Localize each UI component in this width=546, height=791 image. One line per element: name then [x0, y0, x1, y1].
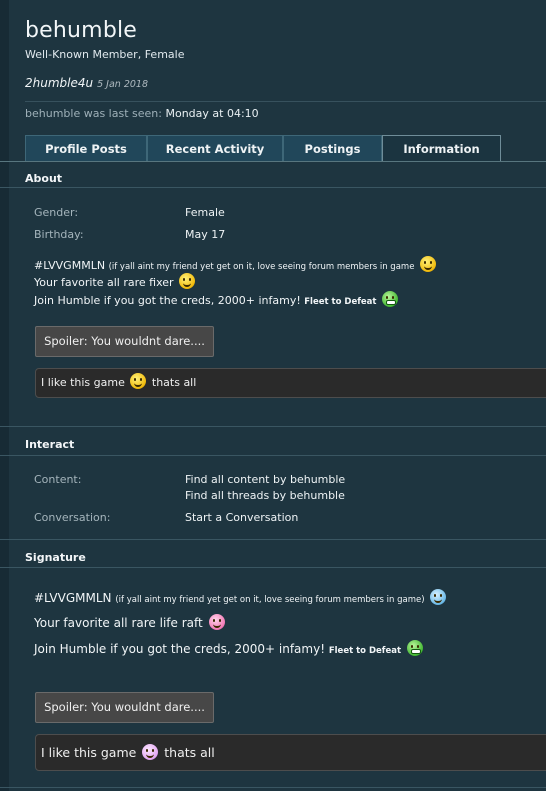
bottom-rule	[0, 787, 546, 788]
signature-line-1-small: (if yall aint my friend yet get on it, l…	[115, 595, 425, 605]
divider	[25, 101, 546, 102]
signature-spoiler-content: I like this game thats all	[35, 734, 546, 771]
interact-heading: Interact	[25, 438, 75, 451]
gender-value: Female	[185, 206, 225, 219]
about-spoiler-content: I like this game thats all	[35, 368, 546, 398]
profile-status: 2humble4u 5 Jan 2018	[25, 76, 148, 90]
signature-line-3-bold: Fleet to Defeat	[328, 646, 402, 656]
shocked-smiley-icon	[142, 744, 159, 760]
about-spoiler-text-after: thats all	[151, 376, 197, 389]
tab-information[interactable]: Information	[382, 135, 501, 162]
page-left-border	[0, 0, 9, 791]
signature-line-3: Join Humble if you got the creds, 2000+ …	[34, 640, 425, 656]
status-date[interactable]: 5 Jan 2018	[97, 79, 148, 90]
signature-spoiler-text-after: thats all	[164, 745, 215, 760]
tab-recent-activity[interactable]: Recent Activity	[147, 135, 283, 161]
signature-spoiler-text-before: I like this game	[41, 745, 137, 760]
grin-smiley-icon	[130, 373, 147, 389]
signature-spoiler-button[interactable]: Spoiler: You wouldnt dare....	[35, 692, 214, 723]
about-bio-line-1: #LVVGMMLN (if yall aint my friend yet ge…	[34, 256, 438, 272]
signature-rule	[0, 567, 546, 568]
signature-line-3-main: Join Humble if you got the creds, 2000+ …	[34, 642, 325, 656]
interact-rule	[0, 455, 546, 456]
about-bio-line-3: Join Humble if you got the creds, 2000+ …	[34, 291, 400, 307]
tabs-underline	[0, 161, 546, 162]
tab-postings[interactable]: Postings	[283, 135, 382, 161]
find-all-threads-link[interactable]: Find all threads by behumble	[185, 489, 345, 502]
about-heading: About	[25, 172, 63, 185]
about-bio-line-3-bold: Fleet to Defeat	[304, 297, 377, 307]
interact-top-rule	[0, 426, 546, 427]
find-all-content-link[interactable]: Find all content by behumble	[185, 473, 345, 486]
profile-page: behumble Well-Known Member, Female 2humb…	[0, 0, 546, 791]
green-grin-smiley-icon	[381, 291, 398, 307]
grin-smiley-icon	[419, 256, 436, 272]
about-bio-line-1-small: (if yall aint my friend yet get on it, l…	[108, 262, 415, 272]
cool-smiley-icon	[430, 589, 447, 605]
content-label: Content:	[34, 473, 82, 486]
last-seen-value: Monday at 04:10	[165, 107, 259, 120]
about-spoiler-text-before: I like this game	[41, 376, 125, 389]
grin-smiley-icon	[179, 273, 196, 289]
about-rule	[0, 187, 546, 188]
about-bio-line-2-text: Your favorite all rare fixer	[34, 276, 174, 289]
signature-heading: Signature	[25, 551, 86, 564]
tab-profile-posts[interactable]: Profile Posts	[25, 135, 147, 161]
signature-top-rule	[0, 539, 546, 540]
profile-username: behumble	[25, 18, 138, 43]
last-seen: behumble was last seen: Monday at 04:10	[25, 107, 259, 120]
birthday-label: Birthday:	[34, 228, 84, 241]
status-text: 2humble4u	[25, 76, 94, 90]
signature-line-1: #LVVGMMLN (if yall aint my friend yet ge…	[34, 589, 448, 605]
birthday-value: May 17	[185, 228, 226, 241]
about-bio-line-2: Your favorite all rare fixer	[34, 273, 197, 289]
last-seen-label: behumble was last seen:	[25, 107, 162, 120]
green-grin-smiley-icon	[406, 640, 423, 656]
about-bio-line-1-main: #LVVGMMLN	[34, 259, 106, 272]
start-conversation-link[interactable]: Start a Conversation	[185, 511, 298, 524]
tongue-smiley-icon	[208, 614, 225, 630]
signature-line-2: Your favorite all rare life raft	[34, 614, 227, 630]
about-spoiler-button[interactable]: Spoiler: You wouldnt dare....	[35, 326, 214, 357]
profile-tabs: Profile Posts Recent Activity Postings I…	[25, 135, 546, 162]
gender-label: Gender:	[34, 206, 79, 219]
signature-line-2-text: Your favorite all rare life raft	[34, 616, 203, 630]
about-bio-line-3-main: Join Humble if you got the creds, 2000+ …	[34, 294, 301, 307]
conversation-label: Conversation:	[34, 511, 111, 524]
profile-subtitle: Well-Known Member, Female	[25, 48, 185, 61]
signature-line-1-main: #LVVGMMLN	[34, 591, 112, 605]
